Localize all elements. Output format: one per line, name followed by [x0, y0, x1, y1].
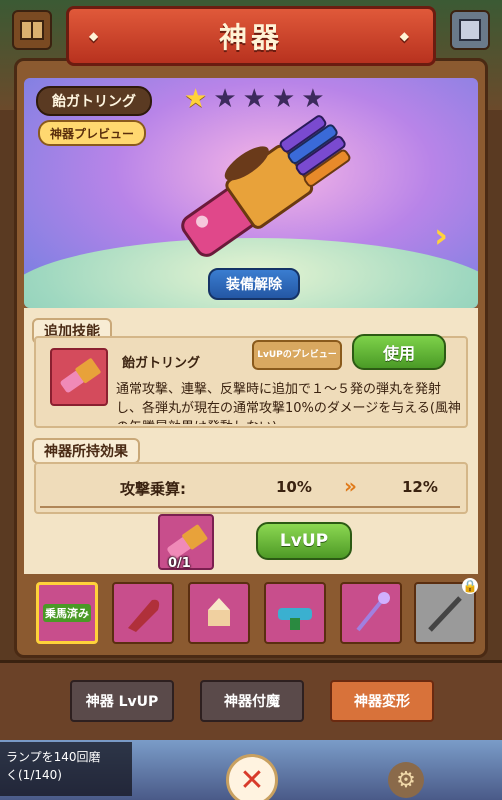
locked-weapon-icon — [428, 596, 462, 632]
skill-name: 飴ガトリング — [122, 356, 201, 371]
lvup-preview-button[interactable]: LvUPのプレビュー — [252, 340, 342, 370]
mission-text-line2: く(1/140) — [6, 768, 62, 782]
double-chevron-right-icon: » — [344, 474, 357, 498]
ribbon-diamond-left-icon: ◆ — [89, 29, 103, 43]
water-gun-icon — [278, 608, 312, 630]
map-icon — [20, 20, 44, 40]
page-title-ribbon: ◆ 神器 ◆ — [66, 6, 436, 66]
lvup-button[interactable]: LvUP — [256, 522, 352, 560]
effect-next-value: 12% — [402, 478, 438, 496]
divider — [40, 506, 460, 508]
use-skill-button[interactable]: 使用 — [352, 334, 446, 370]
scythe-icon — [128, 599, 160, 632]
next-artifact-arrow-icon[interactable]: › — [434, 216, 448, 256]
mission-tracker[interactable]: ランプを140回磨 く(1/140) — [0, 742, 132, 796]
page-title: 神器 — [218, 21, 283, 54]
artifact-preview-badge: 神器プレビュー — [38, 120, 147, 146]
staff-icon — [356, 592, 390, 632]
shelf-icon — [459, 19, 481, 41]
lock-icon: 🔒 — [462, 578, 478, 594]
ribbon-diamond-right-icon: ◆ — [399, 29, 413, 43]
artifact-slot-4[interactable] — [264, 582, 326, 644]
skill-description: 通常攻撃、連撃、反撃時に追加で１～５発の弾丸を発射し、各弾丸が現在の通常攻撃10… — [116, 382, 461, 424]
effect-label: 攻撃乗算: — [120, 480, 186, 498]
tab-artifact-transform[interactable]: 神器変形 — [330, 680, 434, 722]
mission-text-line1: ランプを140回磨 — [6, 750, 101, 764]
skill-icon — [50, 348, 108, 406]
close-icon: ✕ — [239, 762, 265, 798]
unequip-button[interactable]: 装備解除 — [208, 268, 300, 300]
corner-menu-button[interactable] — [450, 10, 490, 50]
effect-section-title: 神器所持効果 — [32, 438, 140, 464]
effect-current-value: 10% — [276, 478, 312, 496]
material-count: 0/1 — [168, 556, 191, 571]
candy-gatling-illustration — [181, 115, 351, 257]
artifact-slot-6-locked[interactable]: 🔒 — [414, 578, 478, 644]
map-button[interactable] — [12, 10, 52, 50]
artifact-slot-2[interactable] — [112, 582, 174, 644]
close-button[interactable]: ✕ — [226, 754, 278, 800]
cake-icon — [208, 598, 230, 626]
tab-artifact-lvup[interactable]: 神器 LvUP — [70, 680, 174, 722]
tab-artifact-enchant[interactable]: 神器付魔 — [200, 680, 304, 722]
gatling-thumbnail-icon — [60, 358, 101, 393]
riding-tag: 乗馬済み — [43, 604, 91, 622]
gear-icon: ⚙ — [396, 767, 416, 793]
artifact-slot-1[interactable]: 乗馬済み — [36, 582, 98, 644]
artifact-slot-3[interactable] — [188, 582, 250, 644]
settings-button[interactable]: ⚙ — [388, 762, 424, 798]
artifact-name-plate: 飴ガトリング — [36, 86, 152, 116]
artifact-slot-5[interactable] — [340, 582, 402, 644]
artifact-showcase: 飴ガトリング 神器プレビュー ★ ★ ★ ★ ★ › 装備解除 — [24, 78, 478, 308]
